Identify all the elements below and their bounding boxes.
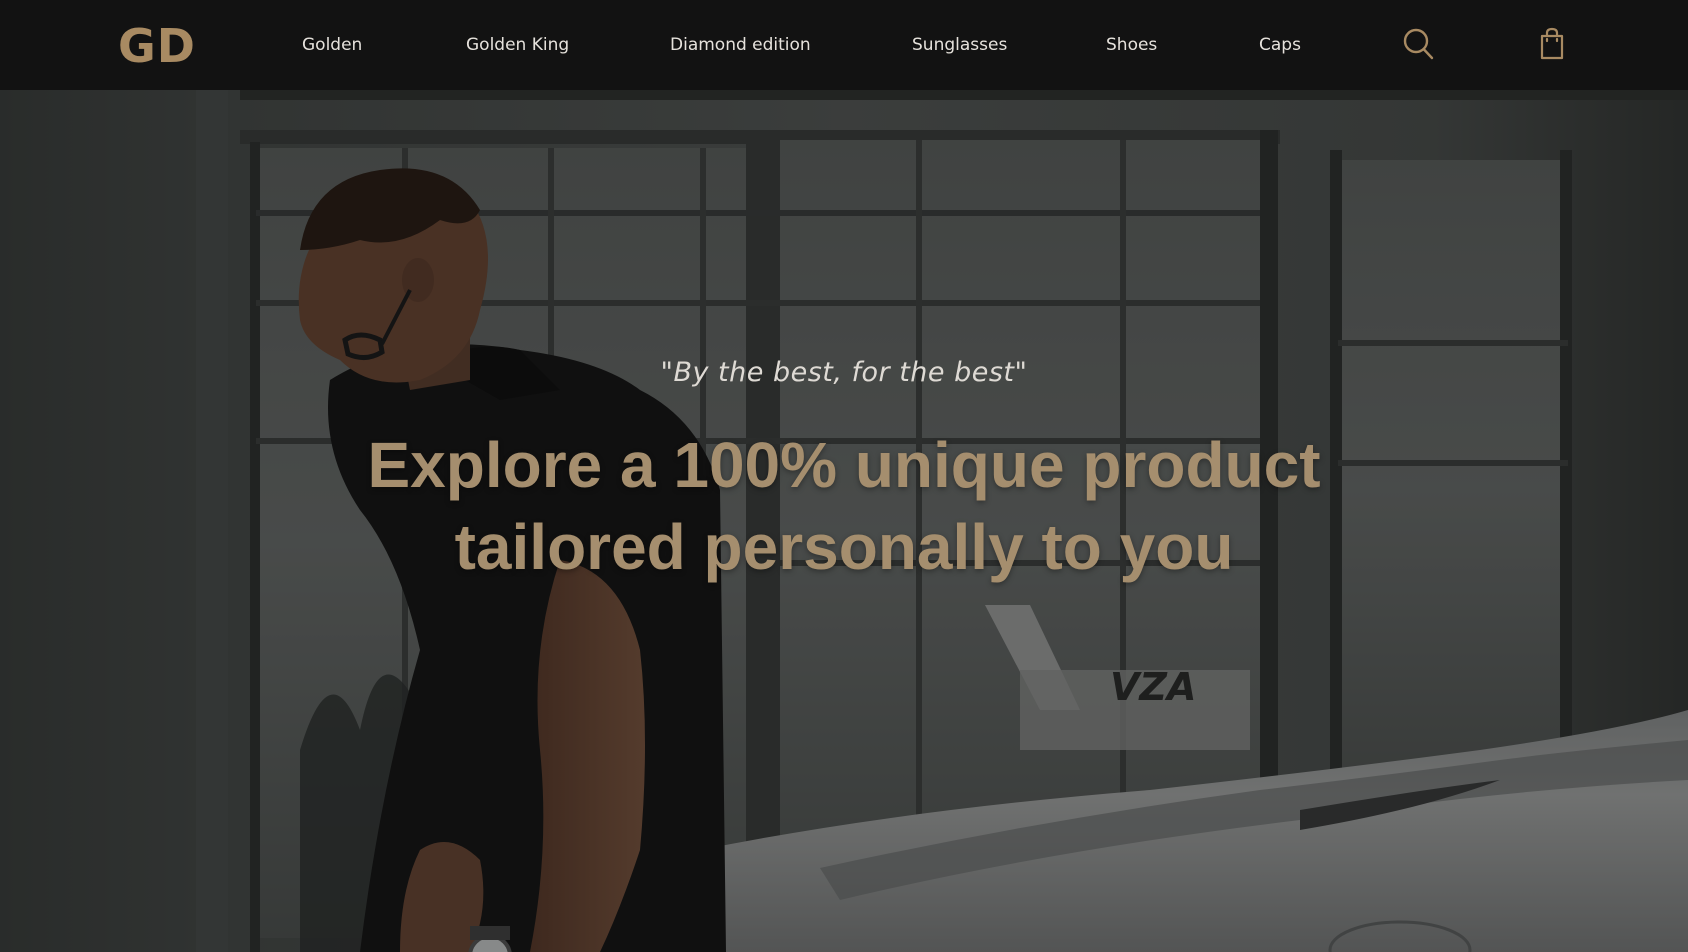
nav-link-shoes[interactable]: Shoes <box>1106 34 1157 56</box>
nav-link-caps[interactable]: Caps <box>1259 34 1301 56</box>
nav-link-diamond-edition[interactable]: Diamond edition <box>670 34 811 56</box>
hero-section: VZA "By the best, for the best" Explore … <box>0 90 1688 952</box>
hero-headline-line-2: tailored personally to you <box>454 511 1234 583</box>
hero-tagline: "By the best, for the best" <box>660 357 1028 388</box>
nav-link-golden[interactable]: Golden <box>302 34 362 56</box>
search-icon[interactable] <box>1400 26 1436 62</box>
hero-headline: Explore a 100% unique product tailored p… <box>244 424 1444 588</box>
hero-headline-line-1: Explore a 100% unique product <box>367 429 1321 501</box>
nav-link-golden-king[interactable]: Golden King <box>466 34 569 56</box>
top-navigation-bar: GD Golden Golden King Diamond edition Su… <box>0 0 1688 90</box>
shopping-bag-icon[interactable] <box>1534 26 1570 62</box>
brand-logo[interactable]: GD <box>118 18 196 74</box>
nav-link-sunglasses[interactable]: Sunglasses <box>912 34 1007 56</box>
